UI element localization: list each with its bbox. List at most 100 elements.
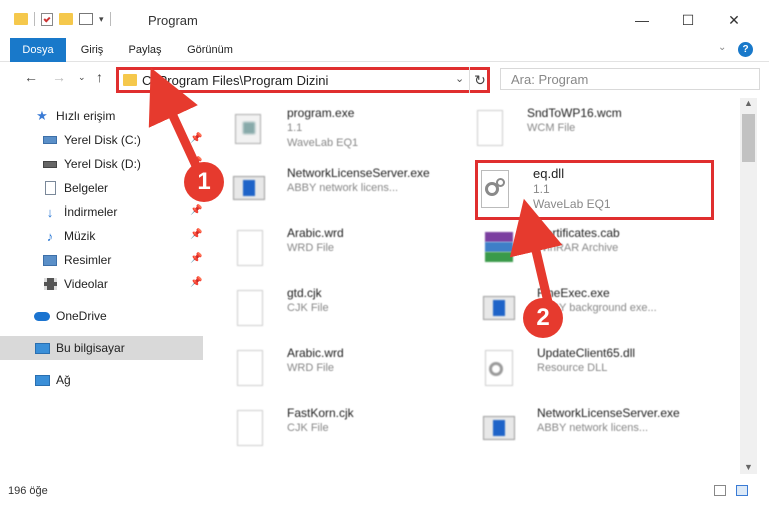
network-icon — [34, 373, 50, 387]
close-button[interactable]: ✕ — [720, 9, 748, 31]
app-icon — [231, 168, 265, 210]
file-name: UpdateClient65.dll — [537, 346, 636, 360]
maximize-button[interactable]: ☐ — [674, 9, 702, 31]
sidebar-item-onedrive[interactable]: OneDrive — [0, 304, 203, 328]
pin-icon[interactable]: 📌 — [190, 277, 202, 288]
pin-icon[interactable]: 📌 — [190, 253, 202, 264]
up-arrow-icon[interactable]: ↑ — [96, 69, 103, 85]
search-placeholder: Ara: Program — [511, 72, 589, 87]
file-name: gtd.cjk — [287, 286, 322, 300]
chevron-down-icon[interactable]: ⌄ — [455, 72, 464, 85]
tab-share[interactable]: Paylaş — [122, 38, 168, 62]
pictures-icon — [42, 253, 58, 267]
scroll-up-icon[interactable]: ▲ — [744, 98, 753, 108]
file-name: FastKorn.cjk — [287, 406, 354, 420]
help-icon[interactable]: ? — [738, 42, 753, 57]
search-input[interactable]: Ara: Program — [500, 68, 760, 90]
scroll-thumb[interactable] — [742, 114, 755, 162]
file-item[interactable]: FineExec.exe ABBY background exe... — [467, 280, 707, 336]
properties-icon[interactable] — [41, 12, 53, 26]
file-item[interactable]: NetworkLicenseServer.exe ABBY network li… — [467, 400, 707, 456]
forward-arrow-icon[interactable]: → — [52, 69, 66, 85]
file-icon — [231, 348, 265, 390]
file-detail: WCM File — [527, 122, 576, 134]
sidebar-item-label: Müzik — [64, 229, 96, 243]
pin-icon[interactable]: 📌 — [190, 205, 202, 216]
sidebar-item-label: Belgeler — [64, 181, 109, 195]
expand-ribbon-icon[interactable]: ⌄ — [718, 42, 726, 53]
file-detail: CJK File — [287, 422, 329, 434]
file-icon — [231, 288, 265, 330]
file-detail: WRD File — [287, 362, 335, 374]
app-icon — [481, 408, 515, 450]
dll-gear-icon — [481, 348, 515, 390]
star-icon: ★ — [36, 108, 48, 123]
address-bar[interactable]: C:\Program Files\Program Dizini ⌄ ↻ — [116, 67, 490, 93]
music-icon: ♪ — [46, 228, 54, 244]
file-item[interactable]: gtd.cjk CJK File — [217, 280, 457, 336]
file-name: Certificates.cab — [537, 226, 620, 240]
tab-view[interactable]: Görünüm — [180, 38, 240, 62]
sidebar-item-pictures[interactable]: Resimler 📌 — [0, 248, 203, 272]
ribbon-tabs: Dosya Giriş Paylaş Görünüm ⌄ ? — [0, 38, 769, 62]
navigation-bar: ← → ⌄ ↑ C:\Program Files\Program Dizini … — [0, 62, 769, 94]
file-detail: ABBY network licens... — [537, 422, 649, 434]
folder-icon — [123, 74, 137, 86]
file-list: program.exe 1.1 WaveLab EQ1 SndToWP16.wc… — [213, 98, 740, 460]
file-item[interactable]: Certificates.cab WinRAR Archive — [467, 220, 707, 276]
view-icon[interactable] — [79, 13, 93, 25]
file-item[interactable]: SndToWP16.wcm WCM File — [457, 100, 697, 156]
app-icon — [481, 288, 515, 330]
refresh-icon[interactable]: ↻ — [469, 67, 490, 93]
details-view-icon[interactable] — [714, 485, 726, 496]
sidebar-item-documents[interactable]: Belgeler 📌 — [0, 176, 203, 200]
step-badge-1: 1 — [184, 162, 224, 202]
folder-icon — [14, 13, 28, 25]
file-item[interactable]: program.exe 1.1 WaveLab EQ1 — [217, 100, 457, 156]
file-name: NetworkLicenseServer.exe — [287, 166, 430, 180]
file-icon — [471, 108, 505, 150]
file-icon — [231, 408, 265, 450]
file-detail: ABBY network licens... — [287, 182, 399, 194]
file-name: SndToWP16.wcm — [527, 106, 622, 120]
file-name: Arabic.wrd — [287, 226, 344, 240]
file-item[interactable]: UpdateClient65.dll Resource DLL — [467, 340, 707, 396]
vertical-scrollbar[interactable]: ▲ ▼ — [740, 98, 757, 474]
sidebar-item-network[interactable]: Ağ — [0, 368, 203, 392]
file-icon — [231, 228, 265, 270]
file-item[interactable]: NetworkLicenseServer.exe ABBY network li… — [217, 160, 457, 216]
sidebar-item-disk-d[interactable]: Yerel Disk (D:) 📌 — [0, 152, 203, 176]
pin-icon[interactable]: 📌 — [190, 133, 202, 144]
file-name: NetworkLicenseServer.exe — [537, 406, 680, 420]
archive-icon — [481, 228, 515, 270]
tab-file[interactable]: Dosya — [10, 38, 66, 62]
sidebar-item-downloads[interactable]: ↓ İndirmeler 📌 — [0, 200, 203, 224]
file-detail: WRD File — [287, 242, 335, 254]
exe-icon — [231, 108, 265, 150]
sidebar-item-label: OneDrive — [56, 309, 107, 323]
pin-icon[interactable]: 📌 — [190, 229, 202, 240]
back-arrow-icon[interactable]: ← — [24, 69, 38, 85]
sidebar-item-label: Ağ — [56, 373, 71, 387]
tab-home[interactable]: Giriş — [72, 38, 112, 62]
sidebar-item-music[interactable]: ♪ Müzik 📌 — [0, 224, 203, 248]
sidebar-item-this-pc[interactable]: Bu bilgisayar — [0, 336, 203, 360]
file-detail: Resource DLL — [537, 362, 608, 374]
file-item[interactable]: FastKorn.cjk CJK File — [217, 400, 457, 456]
file-name: Arabic.wrd — [287, 346, 344, 360]
scroll-down-icon[interactable]: ▼ — [744, 462, 753, 472]
sidebar-item-videos[interactable]: Videolar 📌 — [0, 272, 203, 296]
sidebar-item-quick-access[interactable]: ★ Hızlı erişim — [0, 104, 203, 128]
recent-chevron-icon[interactable]: ⌄ — [78, 72, 86, 83]
separator — [109, 12, 111, 26]
file-detail: WaveLab EQ1 — [287, 137, 359, 149]
minimize-button[interactable]: — — [628, 9, 656, 31]
chevron-down-icon[interactable]: ▾ — [99, 14, 104, 25]
navigation-pane: ★ Hızlı erişim Yerel Disk (C:) 📌 Yerel D… — [0, 98, 205, 460]
file-item[interactable]: Arabic.wrd WRD File — [217, 220, 457, 276]
tiles-view-icon[interactable] — [736, 485, 748, 496]
sidebar-item-disk-c[interactable]: Yerel Disk (C:) 📌 — [0, 128, 203, 152]
file-item[interactable]: Arabic.wrd WRD File — [217, 340, 457, 396]
new-folder-icon[interactable] — [59, 13, 73, 25]
file-detail: WinRAR Archive — [537, 242, 619, 254]
